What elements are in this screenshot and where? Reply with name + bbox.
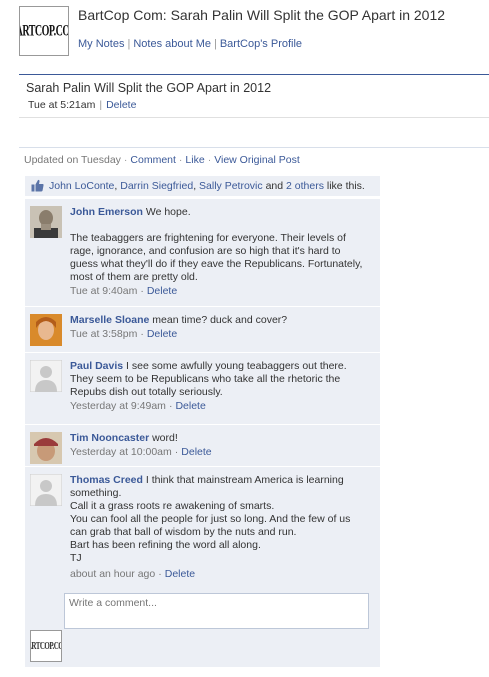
default-profile-icon [30,360,62,392]
profile-header: BARTCOP.COM BartCop Com: Sarah Palin Wil… [0,0,489,70]
comment-text: Bart has been refining the word all alon… [70,539,261,551]
comment-composer: BARTCOP.COM [25,587,380,667]
thumbs-up-icon [31,179,44,192]
comment-item: Paul Davis I see some awfully young teab… [25,352,380,424]
comment-text: We hope. [145,206,191,218]
profile-link[interactable]: BartCop's Profile [220,38,302,50]
comment-delete-link[interactable]: Delete [147,328,177,340]
comment-link[interactable]: Comment [130,154,176,166]
commenter-name[interactable]: Thomas Creed [70,474,143,486]
comment-text: Call it a grass roots re awakening of sm… [70,500,275,512]
comment-meta: about an hour ago · Delete [70,568,196,580]
comment-item: Tim Nooncaster word! Yesterday at 10:00a… [25,424,380,466]
page-title: BartCop Com: Sarah Palin Will Split the … [78,7,446,23]
avatar[interactable] [30,432,62,464]
comment-meta: Yesterday at 10:00am · Delete [70,446,212,458]
comment-item: Thomas Creed I think that mainstream Ame… [25,466,380,587]
likes-bar: John LoConte, Darrin Siegfried, Sally Pe… [25,176,380,196]
commenter-name[interactable]: Marselle Sloane [70,314,149,326]
comment-item: Marselle Sloane mean time? duck and cove… [25,306,380,352]
note-title: Sarah Palin Will Split the GOP Apart in … [26,81,272,95]
avatar[interactable] [30,206,62,238]
note-header: Sarah Palin Will Split the GOP Apart in … [19,75,489,118]
note-delete-link[interactable]: Delete [106,99,136,111]
comment-input[interactable] [64,593,369,629]
note-meta: Tue at 5:21am | Delete [28,99,137,111]
note-time: Tue at 5:21am [28,99,96,111]
liker-link[interactable]: Sally Petrovic [199,180,263,192]
comment-time: Tue at 9:40am [70,285,138,297]
comment-text: word! [152,432,178,444]
comment-meta: Yesterday at 9:49am · Delete [70,400,206,412]
comment-time: Tue at 3:58pm [70,328,138,340]
commenter-name[interactable]: John Emerson [70,206,143,218]
liker-link[interactable]: John LoConte [49,180,114,192]
comment-body: Paul Davis I see some awfully young teab… [70,360,370,413]
user-photo-icon [30,206,62,238]
comment-text: TJ [70,552,82,564]
notes-nav: My Notes | Notes about Me | BartCop's Profil… [78,38,303,50]
view-original-post-link[interactable]: View Original Post [214,154,300,166]
comment-meta: Tue at 3:58pm · Delete [70,328,178,340]
likes-text: John LoConte, Darrin Siegfried, Sally Pe… [49,180,365,192]
default-profile-icon [30,474,62,506]
comment-time: Yesterday at 9:49am [70,400,166,412]
comment-text: You can fool all the people for just so … [70,513,351,538]
section-divider [19,147,489,148]
comment-body: Marselle Sloane mean time? duck and cove… [70,314,370,341]
avatar[interactable] [30,360,62,392]
comment-body: Tim Nooncaster word! Yesterday at 10:00a… [70,432,370,459]
comment-delete-link[interactable]: Delete [165,568,195,580]
commenter-name[interactable]: Paul Davis [70,360,123,372]
user-photo-icon [30,314,62,346]
comment-body: John Emerson We hope. The teabaggers are… [70,206,370,298]
avatar[interactable] [30,314,62,346]
comment-meta: Tue at 9:40am · Delete [70,285,178,297]
comment-time: about an hour ago [70,568,156,580]
liker-link[interactable]: Darrin Siegfried [120,180,193,192]
like-link[interactable]: Like [185,154,204,166]
comment-delete-link[interactable]: Delete [181,446,211,458]
others-link[interactable]: 2 others [286,180,324,192]
user-photo-icon [30,432,62,464]
notes-about-me-link[interactable]: Notes about Me [133,38,211,50]
commenter-name[interactable]: Tim Nooncaster [70,432,149,444]
comment-time: Yesterday at 10:00am [70,446,172,458]
comment-item: John Emerson We hope. The teabaggers are… [25,198,380,306]
comment-delete-link[interactable]: Delete [175,400,205,412]
updated-text: Updated on Tuesday [24,154,121,166]
avatar[interactable] [30,474,62,506]
comment-body: Thomas Creed I think that mainstream Ame… [70,474,370,581]
updated-line: Updated on Tuesday · Comment · Like · View Ori… [24,154,300,166]
comment-text: mean time? duck and cover? [152,314,288,326]
my-notes-link[interactable]: My Notes [78,38,124,50]
bartcop-logo[interactable]: BARTCOP.COM [19,6,69,56]
comment-delete-link[interactable]: Delete [147,285,177,297]
bartcop-logo: BARTCOP.COM [30,630,62,662]
comment-text: The teabaggers are frightening for every… [70,232,363,283]
